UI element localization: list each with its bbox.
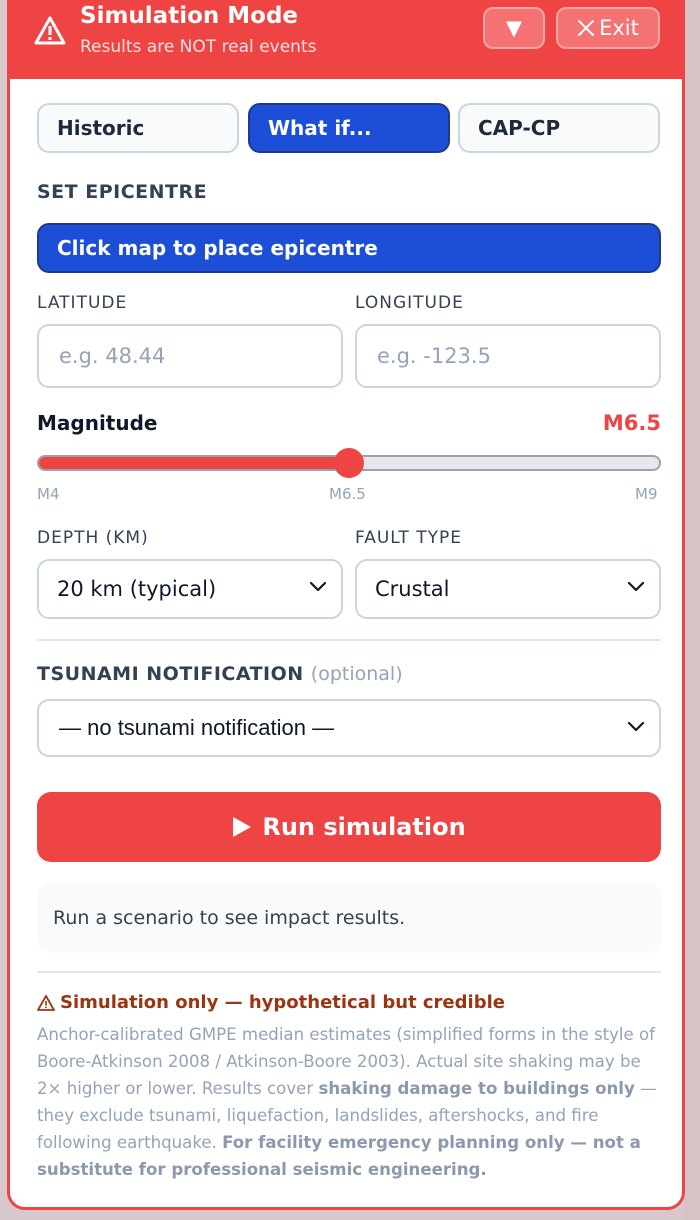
magnitude-slider-thumb[interactable] (334, 448, 364, 478)
disclaimer-text: Anchor-calibrated GMPE median estimates … (37, 1021, 667, 1183)
latitude-label: LATITUDE (37, 293, 128, 313)
set-epicentre-label: SET EPICENTRE (37, 181, 208, 203)
magnitude-value: M6.5 (602, 411, 661, 435)
magnitude-slider-fill (39, 457, 349, 469)
tab-cap-cp[interactable]: CAP-CP (458, 103, 660, 153)
tsunami-selected-value: — no tsunami notification — (59, 715, 335, 740)
divider (37, 971, 661, 973)
run-simulation-label: Run simulation (262, 813, 466, 841)
chevron-down-icon: ▼ (505, 16, 523, 40)
latitude-input[interactable] (37, 324, 343, 388)
exit-label: Exit (599, 16, 639, 40)
header-subtitle: Results are NOT real events (80, 37, 317, 57)
header-title: Simulation Mode (80, 3, 299, 29)
place-epicentre-button[interactable]: Click map to place epicentre (37, 223, 661, 273)
chevron-down-icon (627, 721, 645, 732)
divider (37, 639, 661, 641)
depth-label: DEPTH (KM) (37, 528, 149, 548)
results-panel: Run a scenario to see impact results. (37, 883, 661, 953)
optional-hint: (optional) (310, 663, 403, 685)
collapse-button[interactable]: ▼ (483, 7, 545, 49)
magnitude-tick-mid: M6.5 (329, 485, 366, 503)
background-page (684, 0, 700, 1220)
warning-icon (34, 16, 66, 45)
play-icon (233, 817, 252, 837)
results-placeholder: Run a scenario to see impact results. (53, 907, 406, 929)
tsunami-select[interactable]: — no tsunami notification — (37, 699, 661, 757)
depth-select[interactable]: 20 km (typical) (37, 559, 343, 619)
longitude-input[interactable] (355, 324, 661, 388)
run-simulation-button[interactable]: Run simulation (37, 792, 661, 862)
disclaimer-title: Simulation only — hypothetical but credi… (37, 992, 505, 1013)
simulation-panel: Simulation Mode Results are NOT real eve… (7, 0, 685, 1210)
panel-header: Simulation Mode Results are NOT real eve… (10, 0, 682, 79)
magnitude-tick-max: M9 (635, 485, 658, 503)
exit-button[interactable]: Exit (556, 7, 660, 49)
warning-icon (37, 994, 55, 1011)
chevron-down-icon (309, 581, 327, 592)
tab-historic[interactable]: Historic (37, 103, 239, 153)
disclaimer-emphasis: shaking damage to buildings only (318, 1079, 635, 1098)
depth-selected-value: 20 km (typical) (57, 577, 217, 601)
fault-type-label: FAULT TYPE (355, 528, 462, 548)
chevron-down-icon (627, 581, 645, 592)
tsunami-label: TSUNAMI NOTIFICATION (37, 663, 304, 685)
tab-what-if[interactable]: What if... (248, 103, 450, 153)
tsunami-section-label: TSUNAMI NOTIFICATION (optional) (37, 663, 403, 685)
longitude-label: LONGITUDE (355, 293, 464, 313)
fault-type-select[interactable]: Crustal (355, 559, 661, 619)
fault-selected-value: Crustal (375, 577, 450, 601)
magnitude-tick-min: M4 (37, 485, 60, 503)
disclaimer-title-text: Simulation only — hypothetical but credi… (60, 992, 505, 1013)
magnitude-label: Magnitude (37, 411, 158, 435)
close-icon (578, 20, 595, 36)
